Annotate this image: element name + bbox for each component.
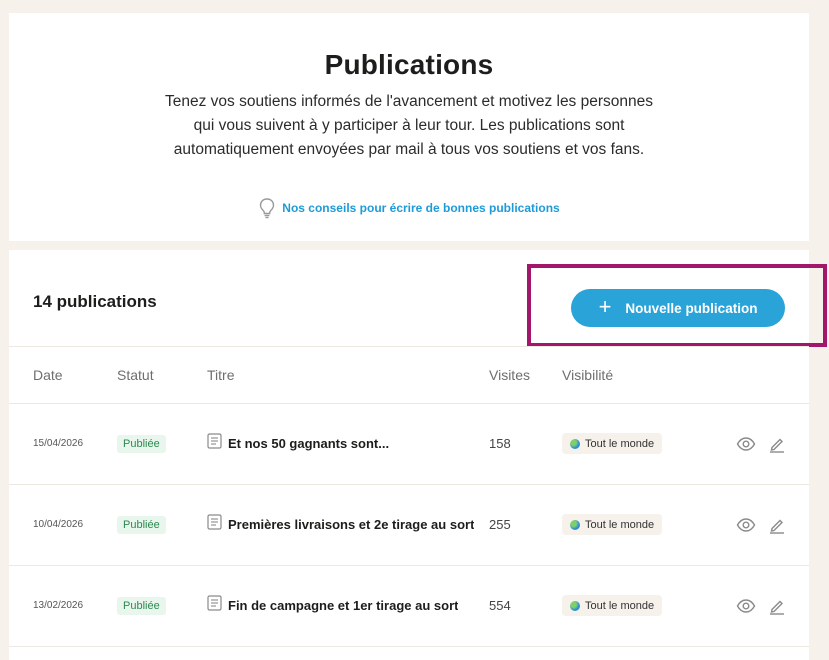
row-date: 13/02/2026 xyxy=(33,600,84,611)
visibility-badge: Tout le monde xyxy=(562,514,663,535)
eye-icon[interactable] xyxy=(736,598,756,613)
tips-link[interactable]: Nos conseils pour écrire de bonnes publi… xyxy=(9,197,809,219)
status-badge: Publiée xyxy=(117,515,166,534)
globe-icon xyxy=(570,519,580,530)
row-title[interactable]: Et nos 50 gagnants sont... xyxy=(228,436,389,451)
column-header-date[interactable]: Date xyxy=(33,367,63,383)
plus-icon: + xyxy=(598,294,612,319)
column-header-visits[interactable]: Visites xyxy=(489,367,530,383)
divider xyxy=(9,346,809,347)
visibility-label: Tout le monde xyxy=(585,518,655,531)
page-description: Tenez vos soutiens informés de l'avancem… xyxy=(164,93,653,158)
new-publication-label: Nouvelle publication xyxy=(625,300,758,316)
row-visits: 554 xyxy=(489,598,511,613)
status-badge: Publiée xyxy=(117,596,166,615)
globe-icon xyxy=(570,600,580,611)
column-header-visibility[interactable]: Visibilité xyxy=(562,367,613,383)
pencil-icon[interactable] xyxy=(768,435,786,453)
lightbulb-icon xyxy=(258,197,276,219)
document-icon xyxy=(207,514,222,535)
table-row[interactable]: 13/02/2026 Publiée Fin de campagne et 1e… xyxy=(9,565,809,646)
pencil-icon[interactable] xyxy=(768,516,786,534)
table-row[interactable]: 15/04/2026 Publiée Et nos 50 gagnants so… xyxy=(9,403,809,484)
document-icon xyxy=(207,433,222,454)
eye-icon[interactable] xyxy=(736,517,756,532)
column-header-status[interactable]: Statut xyxy=(117,367,154,383)
divider xyxy=(9,646,809,647)
globe-icon xyxy=(570,438,580,449)
row-date: 15/04/2026 xyxy=(33,438,84,449)
eye-icon[interactable] xyxy=(736,436,756,451)
publications-count: 14 publications xyxy=(33,292,157,311)
header-card: Publications Tenez vos soutiens informés… xyxy=(9,13,809,241)
page-title: Publications xyxy=(324,49,494,80)
table-row[interactable]: 10/04/2026 Publiée Premières livraisons … xyxy=(9,484,809,565)
document-icon xyxy=(207,595,222,616)
row-visits: 158 xyxy=(489,436,511,451)
visibility-badge: Tout le monde xyxy=(562,433,663,454)
row-title[interactable]: Fin de campagne et 1er tirage au sort xyxy=(228,598,458,613)
visibility-label: Tout le monde xyxy=(585,599,655,612)
row-title[interactable]: Premières livraisons et 2e tirage au sor… xyxy=(228,517,474,532)
new-publication-button[interactable]: + Nouvelle publication xyxy=(571,289,785,327)
pencil-icon[interactable] xyxy=(768,597,786,615)
row-date: 10/04/2026 xyxy=(33,519,84,530)
status-badge: Publiée xyxy=(117,434,166,453)
row-visits: 255 xyxy=(489,517,511,532)
visibility-label: Tout le monde xyxy=(585,437,655,450)
column-header-title[interactable]: Titre xyxy=(207,367,234,383)
tips-link-label: Nos conseils pour écrire de bonnes publi… xyxy=(282,201,560,215)
visibility-badge: Tout le monde xyxy=(562,595,663,616)
publications-list: 14 publications + Nouvelle publication D… xyxy=(9,250,827,660)
